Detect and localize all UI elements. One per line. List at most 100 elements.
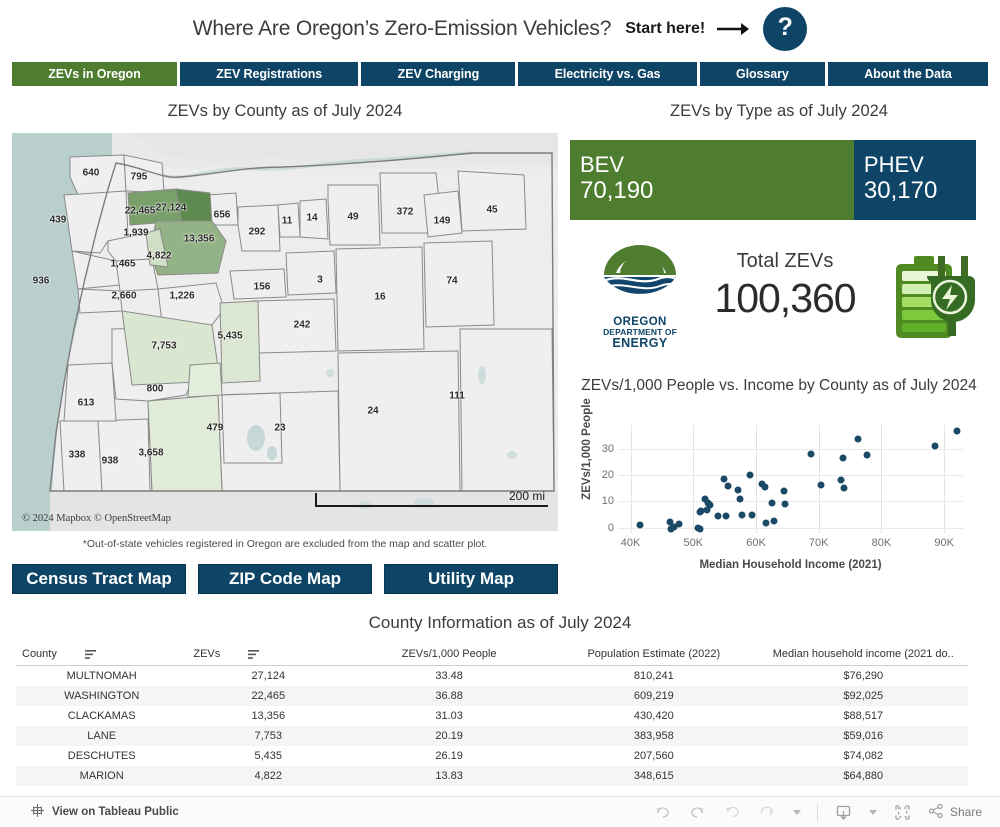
- scatter-point[interactable]: [768, 499, 776, 507]
- scatter-point[interactable]: [720, 475, 728, 483]
- tab-glossary[interactable]: Glossary: [699, 62, 825, 86]
- scatter-point[interactable]: [863, 451, 871, 459]
- scatter-point[interactable]: [762, 519, 770, 527]
- cell-population: 207,560: [633, 750, 674, 762]
- table-row[interactable]: MARION 4,822 13.83 348,615 $64,880: [16, 766, 968, 786]
- cell-zevs: 4,822: [254, 770, 283, 782]
- chevron-down-icon-pause[interactable]: [792, 809, 801, 815]
- scatter-point[interactable]: [761, 483, 769, 491]
- scatter-point[interactable]: [724, 482, 732, 490]
- scatter-gridline-v: [630, 425, 632, 533]
- scatter-point[interactable]: [807, 450, 815, 458]
- scatter-x-axis-title: Median Household Income (2021): [699, 559, 882, 571]
- share-button[interactable]: Share: [928, 803, 982, 822]
- table-row[interactable]: DESCHUTES 5,435 26.19 207,560 $74,082: [16, 746, 968, 766]
- scatter-point[interactable]: [837, 476, 845, 484]
- scatter-point[interactable]: [636, 521, 644, 529]
- scatter-x-tick: 90K: [934, 537, 954, 549]
- utility-map-button[interactable]: Utility Map: [384, 564, 558, 594]
- scatter-point[interactable]: [714, 512, 722, 520]
- map-county-label: 3,658: [138, 447, 164, 459]
- phev-card[interactable]: PHEV 30,170: [853, 140, 976, 220]
- tab-zevs-in-oregon[interactable]: ZEVs in Oregon: [12, 62, 177, 86]
- map-county-label: 49: [347, 211, 359, 223]
- cell-county: MARION: [79, 770, 124, 782]
- scatter-point[interactable]: [931, 442, 939, 450]
- undo-icon[interactable]: [653, 803, 672, 822]
- scatter-point[interactable]: [953, 427, 961, 435]
- cell-zevs: 13,356: [251, 710, 286, 722]
- view-on-tableau-public-link[interactable]: View on Tableau Public: [30, 803, 179, 821]
- scatter-y-ticks: 0 10 20 30: [580, 425, 614, 534]
- chevron-down-icon-download[interactable]: [868, 809, 877, 815]
- tableau-icon: [30, 803, 45, 821]
- refresh-icon[interactable]: [758, 803, 777, 822]
- tab-about-the-data[interactable]: About the Data: [827, 62, 989, 86]
- help-button[interactable]: ?: [763, 7, 808, 51]
- scatter-point[interactable]: [770, 517, 778, 525]
- download-icon[interactable]: [834, 803, 853, 822]
- map-county-label: 439: [49, 214, 67, 226]
- scatter-point[interactable]: [706, 501, 714, 509]
- map-county-label: 795: [130, 171, 148, 183]
- census-tract-map-button[interactable]: Census Tract Map: [12, 564, 186, 594]
- column-header-county[interactable]: County: [16, 646, 188, 666]
- redo-icon[interactable]: [688, 803, 707, 822]
- cell-county: CLACKAMAS: [67, 710, 136, 722]
- column-header-population[interactable]: Population Estimate (2022): [549, 646, 759, 666]
- map-county-label: 111: [449, 390, 465, 402]
- scatter-point[interactable]: [738, 511, 746, 519]
- scatter-gridline-h: [618, 448, 963, 450]
- tab-electricity-vs-gas[interactable]: Electricity vs. Gas: [518, 62, 697, 86]
- tab-zev-charging[interactable]: ZEV Charging: [361, 62, 516, 86]
- scatter-chart[interactable]: ZEVs/1,000 People 0 10 20 30 40K 50K 60K 70K 80…: [570, 398, 990, 571]
- sort-icon-zevs[interactable]: [248, 649, 260, 659]
- cell-zevs-per-1000: 31.03: [435, 710, 463, 722]
- scatter-point[interactable]: [734, 486, 742, 494]
- table-body: MULTNOMAH 27,124 33.48 810,241 $76,290 WASHIN…: [16, 666, 968, 786]
- scatter-point[interactable]: [780, 487, 788, 495]
- column-label-zevs: ZEVs: [193, 648, 221, 660]
- column-header-zevs[interactable]: ZEVs: [187, 646, 350, 666]
- column-header-zevs-per-1000[interactable]: ZEVs/1,000 People: [349, 646, 550, 666]
- scatter-point[interactable]: [748, 511, 756, 519]
- column-header-median-income[interactable]: Median household income (2021 do..: [758, 646, 968, 666]
- tab-bar: ZEVs in Oregon ZEV Registrations ZEV Cha…: [12, 62, 989, 86]
- cell-population: 430,420: [633, 710, 674, 722]
- scatter-point[interactable]: [746, 471, 754, 479]
- cell-median-income: $76,290: [843, 670, 884, 682]
- zip-code-map-button[interactable]: ZIP Code Map: [198, 564, 372, 594]
- scatter-point[interactable]: [854, 435, 862, 443]
- map-county-label: 23: [274, 422, 286, 434]
- scatter-gridline-v: [756, 425, 757, 533]
- scatter-point[interactable]: [736, 495, 744, 503]
- scatter-gridline-v: [693, 425, 695, 533]
- cell-median-income: $88,517: [843, 710, 884, 722]
- table-row[interactable]: MULTNOMAH 27,124 33.48 810,241 $76,290: [16, 666, 968, 687]
- scatter-point[interactable]: [696, 525, 704, 533]
- table-row[interactable]: CLACKAMAS 13,356 31.03 430,420 $88,517: [16, 706, 968, 726]
- map-county-label: 1,465: [110, 258, 136, 270]
- phev-value: 30,170: [863, 177, 938, 205]
- scatter-point[interactable]: [675, 520, 683, 528]
- sort-icon-county[interactable]: [84, 649, 96, 659]
- scatter-gridline-v: [818, 425, 820, 533]
- table-row[interactable]: LANE 7,753 20.19 383,958 $59,016: [16, 726, 968, 746]
- fullscreen-icon[interactable]: [893, 803, 912, 822]
- table-header-row: County ZEVs ZEVs/1,000 People Population…: [16, 646, 968, 666]
- table-row[interactable]: WASHINGTON 22,465 36.88 609,219 $92,025: [16, 686, 968, 706]
- oregon-county-map[interactable]: 640 795 439 22,465 27,124 656 1,939 13,356 292 11…: [12, 133, 558, 531]
- map-county-label: 149: [433, 215, 451, 227]
- scatter-point[interactable]: [839, 454, 847, 462]
- revert-icon[interactable]: [723, 803, 742, 822]
- cell-zevs-per-1000: 36.88: [435, 690, 463, 702]
- scatter-point[interactable]: [722, 512, 730, 520]
- bev-card[interactable]: BEV 70,190: [570, 140, 854, 220]
- cell-zevs: 7,753: [254, 730, 283, 742]
- map-county-label: 656: [213, 209, 231, 221]
- tab-zev-registrations[interactable]: ZEV Registrations: [179, 62, 359, 86]
- scatter-point[interactable]: [840, 484, 848, 492]
- scatter-point[interactable]: [781, 500, 789, 508]
- scatter-x-tick: 40K: [620, 537, 641, 549]
- scatter-point[interactable]: [817, 481, 825, 489]
